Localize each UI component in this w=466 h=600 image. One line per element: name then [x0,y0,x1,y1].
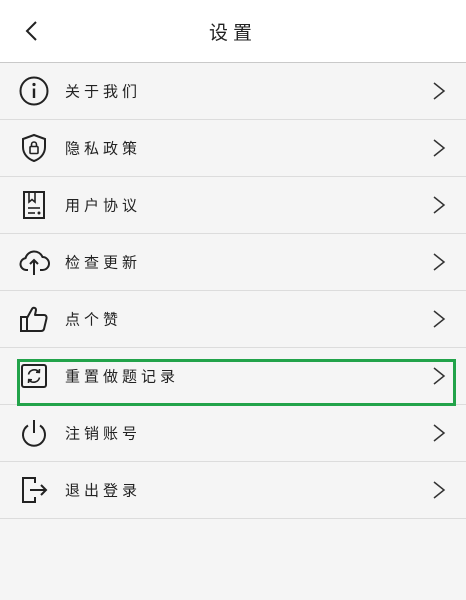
chevron-right-icon [433,310,446,328]
menu-item-about-us[interactable]: 关于我们 [0,63,466,120]
menu-item-reset-records[interactable]: 重置做题记录 [0,348,466,405]
chevron-right-icon [433,481,446,499]
cloud-upload-icon [18,246,50,278]
settings-list: 关于我们 隐私政策 用户协议 检查更新 点个赞 重置做题记录 注销账号 退出登录 [0,63,466,519]
menu-item-check-update[interactable]: 检查更新 [0,234,466,291]
menu-item-like[interactable]: 点个赞 [0,291,466,348]
logout-icon [18,474,50,506]
menu-item-label: 退出登录 [65,481,142,500]
info-circle-icon [18,75,50,107]
page-title: 设置 [208,21,257,44]
menu-item-label: 隐私政策 [65,139,142,158]
chevron-right-icon [433,82,446,100]
menu-item-label: 关于我们 [65,82,142,101]
menu-item-label: 重置做题记录 [65,367,180,386]
thumbs-up-icon [18,303,50,335]
menu-item-label: 用户协议 [65,196,142,215]
menu-item-label: 点个赞 [65,310,123,329]
chevron-right-icon [433,424,446,442]
chevron-right-icon [433,196,446,214]
menu-item-label: 注销账号 [65,424,142,443]
chevron-right-icon [433,139,446,157]
menu-item-delete-account[interactable]: 注销账号 [0,405,466,462]
document-bookmark-icon [18,189,50,221]
menu-item-privacy-policy[interactable]: 隐私政策 [0,120,466,177]
menu-item-label: 检查更新 [65,253,142,272]
chevron-right-icon [433,253,446,271]
menu-item-logout[interactable]: 退出登录 [0,462,466,519]
reset-record-icon [18,360,50,392]
chevron-right-icon [433,367,446,385]
power-icon [18,417,50,449]
header-bar: 设置 [0,0,466,63]
shield-lock-icon [18,132,50,164]
menu-item-user-agreement[interactable]: 用户协议 [0,177,466,234]
